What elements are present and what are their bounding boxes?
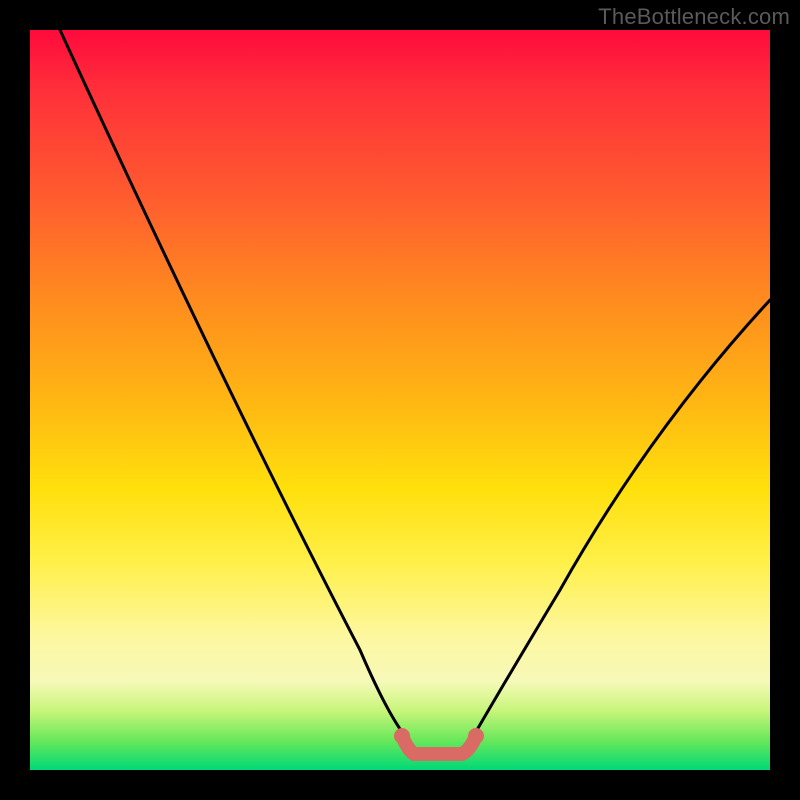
plot-area [30, 30, 770, 770]
band-dot-right [468, 728, 484, 744]
optimal-band [402, 736, 476, 754]
bottleneck-curve [60, 30, 770, 755]
watermark-text: TheBottleneck.com [598, 4, 790, 30]
band-dot-left [394, 728, 410, 744]
chart-svg [30, 30, 770, 770]
chart-frame: TheBottleneck.com [0, 0, 800, 800]
